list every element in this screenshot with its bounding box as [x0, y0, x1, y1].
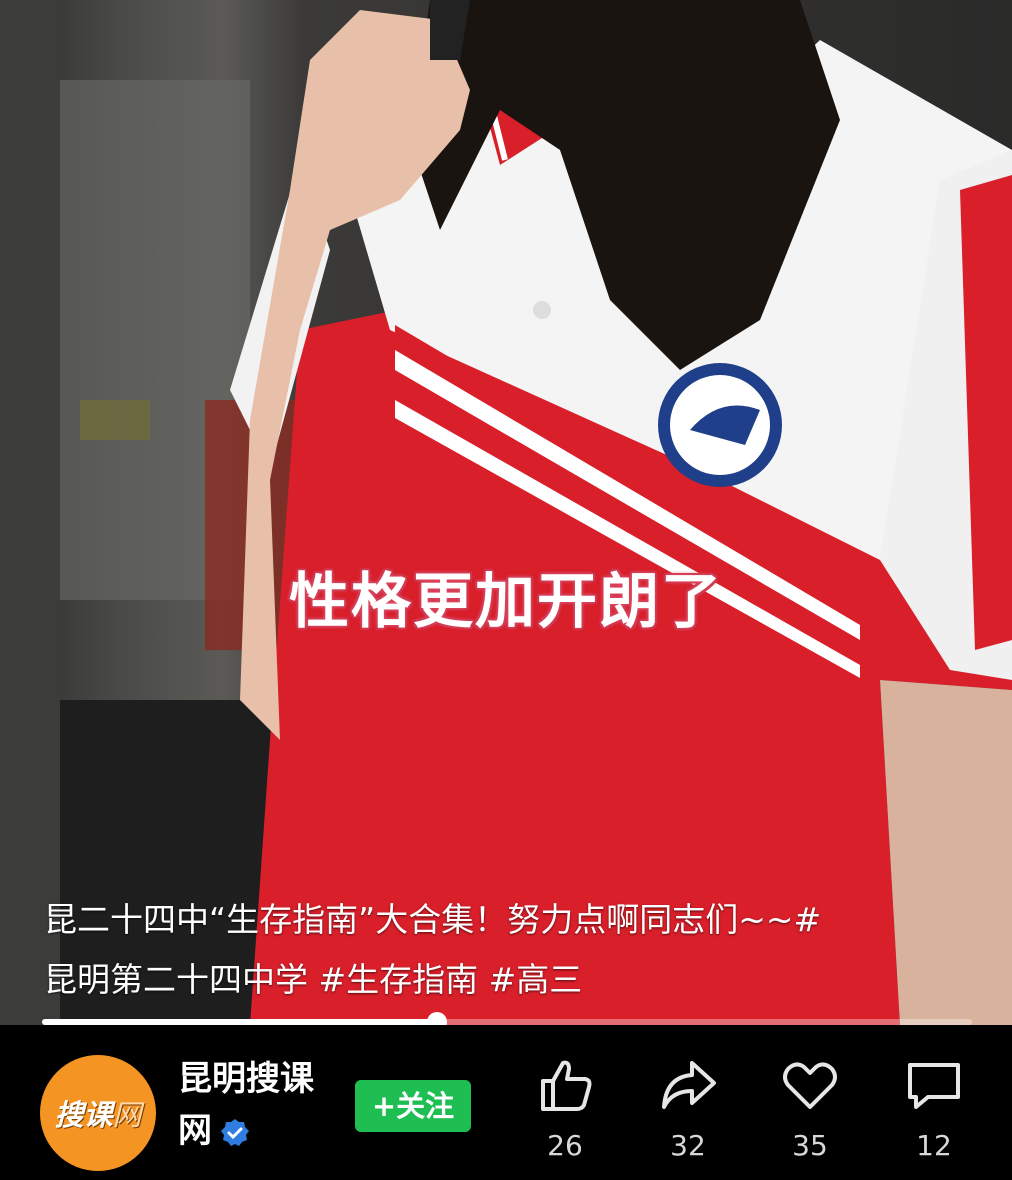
- video-caption[interactable]: 昆二十四中“生存指南”大合集！努力点啊同志们~~# 昆明第二十四中学 #生存指南…: [44, 890, 974, 1010]
- video-player[interactable]: 性格更加开朗了 昆二十四中“生存指南”大合集！努力点啊同志们~~# 昆明第二十四…: [0, 0, 1012, 1025]
- avatar[interactable]: 搜课网: [40, 1055, 156, 1171]
- bottom-action-bar: 搜课网 昆明搜课网 +关注 26 32 35 12: [0, 1025, 1012, 1180]
- video-overlay-text: 性格更加开朗了: [289, 567, 723, 637]
- favorite-count: 35: [792, 1129, 828, 1162]
- author-name-block[interactable]: 昆明搜课网: [178, 1053, 338, 1157]
- share-icon: [662, 1061, 716, 1109]
- share-action[interactable]: 32: [648, 1055, 728, 1162]
- favorite-action[interactable]: 35: [770, 1055, 850, 1162]
- verified-badge-icon: [221, 1118, 249, 1146]
- caption-line-1: 昆二十四中“生存指南”大合集！努力点啊同志们~~#: [44, 900, 822, 939]
- caption-line-2: 昆明第二十四中学 #生存指南 #高三: [44, 960, 583, 999]
- comment-action[interactable]: 12: [894, 1055, 974, 1162]
- avatar-text-sub: 网: [112, 1098, 142, 1132]
- video-frame: [0, 0, 1012, 1025]
- avatar-text-main: 搜课: [54, 1098, 113, 1132]
- comment-count: 12: [916, 1129, 952, 1162]
- like-action[interactable]: 26: [525, 1055, 605, 1162]
- follow-button[interactable]: +关注: [355, 1080, 471, 1132]
- heart-icon: [783, 1062, 837, 1109]
- share-count: 32: [670, 1129, 706, 1162]
- thumbs-up-icon: [541, 1060, 592, 1111]
- like-count: 26: [547, 1129, 583, 1162]
- comment-icon: [908, 1063, 960, 1109]
